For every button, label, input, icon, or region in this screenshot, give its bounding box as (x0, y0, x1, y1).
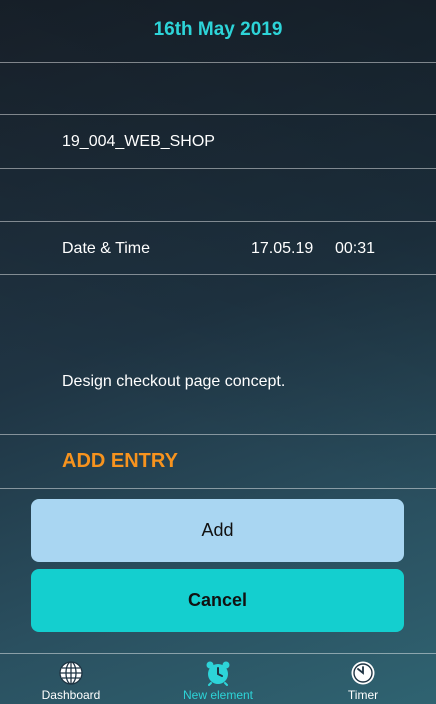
bottom-navigation: Dashboard New element Timer (0, 653, 436, 704)
date-value[interactable]: 17.05.19 (251, 240, 313, 258)
section-row (0, 435, 436, 489)
nav-timer[interactable]: Timer (308, 660, 418, 704)
datetime-row[interactable]: Date & Time 17.05.19 00:31 (0, 222, 436, 275)
add-button[interactable]: Add (31, 499, 404, 562)
time-value[interactable]: 00:31 (335, 240, 375, 258)
description-row[interactable]: Design checkout page concept. (0, 275, 436, 435)
nav-dashboard-label: Dashboard (41, 688, 101, 702)
add-button-label: Add (201, 520, 234, 540)
project-code: 19_004_WEB_SHOP (62, 133, 215, 150)
alarm-clock-icon (206, 661, 230, 686)
globe-icon (59, 661, 83, 685)
empty-row-1[interactable] (0, 62, 436, 115)
project-row[interactable]: 19_004_WEB_SHOP (0, 115, 436, 169)
cancel-button-label: Cancel (187, 590, 248, 610)
nav-timer-label: Timer (347, 688, 379, 702)
nav-new-element-label: New element (182, 688, 254, 702)
cancel-button[interactable]: Cancel (31, 569, 404, 632)
clock-icon (351, 661, 375, 685)
nav-dashboard[interactable]: Dashboard (16, 660, 126, 704)
datetime-label: Date & Time (62, 240, 151, 257)
description-text: Design checkout page concept. (62, 373, 286, 390)
header: 16th May 2019 (0, 0, 436, 63)
page-title: 16th May 2019 (153, 19, 283, 40)
empty-row-2[interactable] (0, 169, 436, 222)
nav-new-element[interactable]: New element (163, 660, 273, 704)
